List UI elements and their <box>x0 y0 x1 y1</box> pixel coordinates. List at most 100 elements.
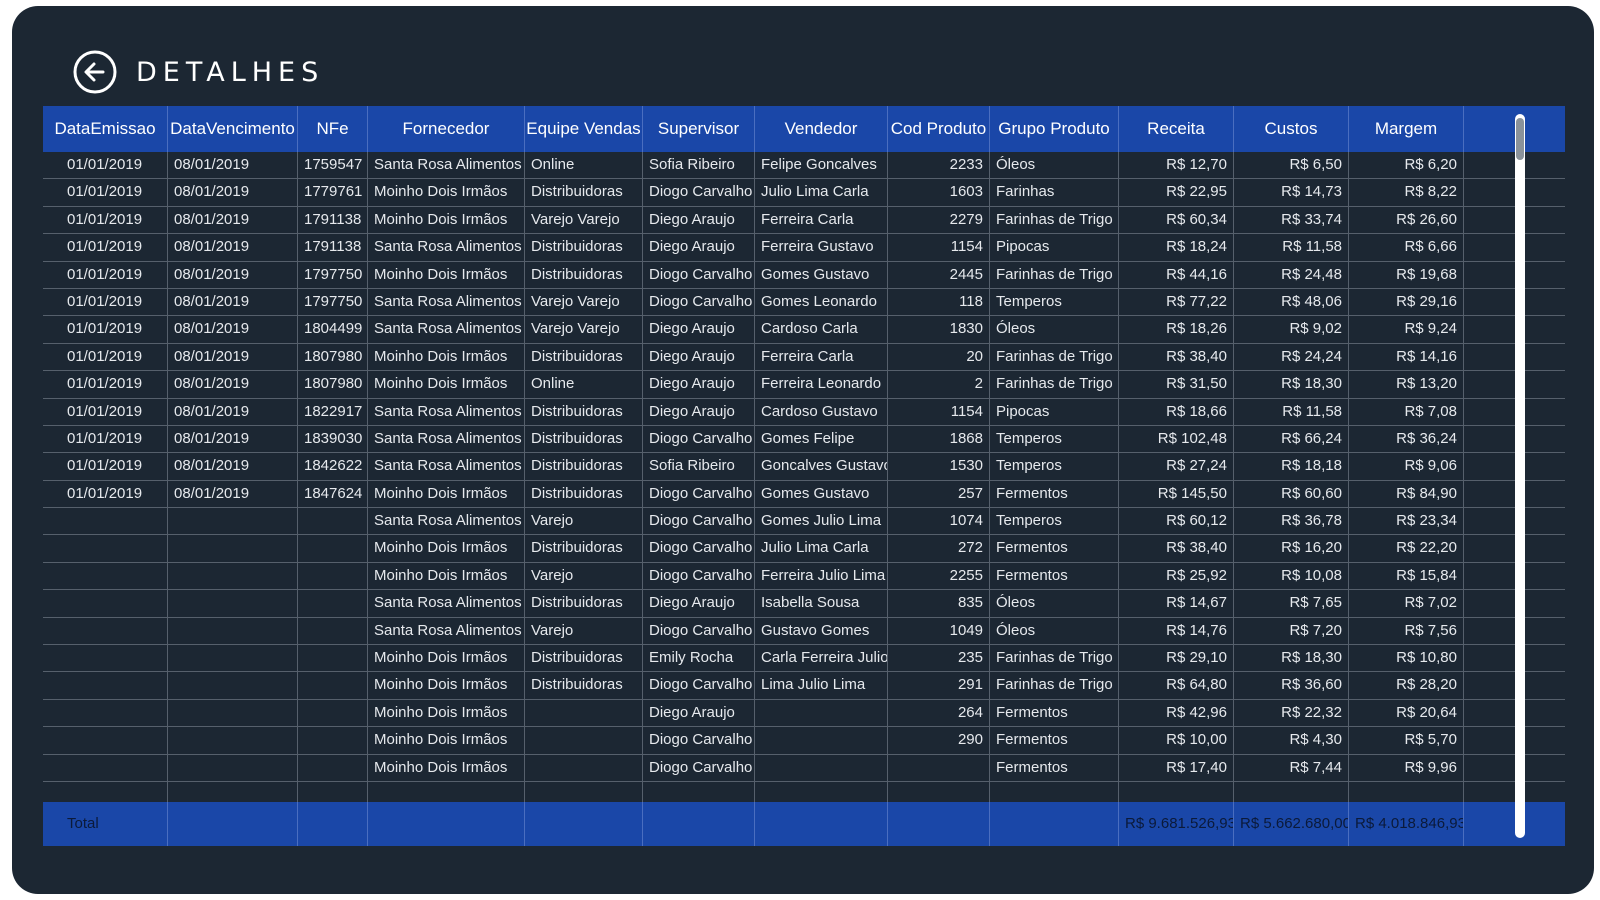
table-cell: 1603 <box>888 179 990 206</box>
table-cell: Diogo Carvalho <box>643 562 755 590</box>
table-cell: Moinho Dois Irmãos <box>368 261 525 288</box>
table-row[interactable]: 01/01/2019 08/01/2019 1791138 Moinho Dois I… <box>43 206 1565 235</box>
table-cell: Óleos <box>990 152 1119 179</box>
table-row[interactable]: 01/01/2019 08/01/2019 1759547 Santa Rosa Al… <box>43 152 1565 180</box>
column-header[interactable]: Cod Produto <box>888 106 990 152</box>
table-cell: Diego Araujo <box>643 316 755 343</box>
table-cell <box>43 645 168 672</box>
table-row[interactable]: 01/01/2019 08/01/2019 1804499 Santa Rosa Al… <box>43 316 1565 344</box>
table-row[interactable]: Santa Rosa Alimentos Varejo Diogo Carvalho… <box>43 508 1565 536</box>
table-cell: Sofia Ribeiro <box>643 453 755 480</box>
table-cell: 1797750 <box>298 288 368 316</box>
table-cell: Goncalves Gustavo <box>755 453 888 480</box>
table-row[interactable]: Santa Rosa Alimentos Distribuidoras Diego … <box>43 590 1565 618</box>
table-cell: Santa Rosa Alimentos <box>368 288 525 316</box>
table-cell: Fermentos <box>990 535 1119 562</box>
column-header[interactable]: DataEmissao <box>43 106 168 152</box>
table-cell: 835 <box>888 590 990 617</box>
table-cell: Varejo <box>525 562 643 590</box>
table-cell: 1839030 <box>298 425 368 453</box>
table-cell: Farinhas de Trigo <box>990 672 1119 699</box>
table-cell: 235 <box>888 645 990 672</box>
table-cell: Diego Araujo <box>643 343 755 371</box>
table-cell: Felipe Goncalves <box>755 152 888 179</box>
table-cell: 08/01/2019 <box>168 480 298 508</box>
table-row[interactable]: Moinho Dois Irmãos Distribuidoras Diogo Ca… <box>43 672 1565 700</box>
table-row[interactable]: 01/01/2019 08/01/2019 1807980 Moinho Dois I… <box>43 343 1565 372</box>
table-cell <box>168 535 298 562</box>
table-row[interactable]: 01/01/2019 08/01/2019 1847624 Moinho Dois I… <box>43 480 1565 509</box>
table-row[interactable]: Moinho Dois Irmãos Diego Araujo 264 Ferment… <box>43 699 1565 728</box>
table-cell <box>298 645 368 672</box>
table-cell: R$ 36,78 <box>1234 508 1349 535</box>
table-cell: R$ 145,50 <box>1119 480 1234 508</box>
table-row[interactable]: 01/01/2019 08/01/2019 1779761 Moinho Dois I… <box>43 179 1565 207</box>
table-row[interactable]: Moinho Dois Irmãos Diogo Carvalho Fermento… <box>43 754 1565 782</box>
table-cell: R$ 15,84 <box>1349 562 1464 590</box>
table-cell: R$ 18,66 <box>1119 398 1234 425</box>
table-row[interactable]: 01/01/2019 08/01/2019 1822917 Santa Rosa Al… <box>43 398 1565 426</box>
column-header[interactable]: Custos <box>1234 106 1349 152</box>
table-row[interactable]: Santa Rosa Alimentos Varejo Diogo Carvalho… <box>43 617 1565 646</box>
table-cell: 291 <box>888 672 990 699</box>
table-cell: R$ 7,65 <box>1234 590 1349 617</box>
table-cell: R$ 66,24 <box>1234 425 1349 453</box>
table-cell: Farinhas <box>990 179 1119 206</box>
column-header[interactable]: Margem <box>1349 106 1464 152</box>
table-cell: 01/01/2019 <box>43 206 168 234</box>
column-header[interactable]: Equipe Vendas <box>525 106 643 152</box>
total-receita: R$ 9.681.526,93 <box>1119 802 1234 846</box>
table-row[interactable]: 01/01/2019 08/01/2019 1842622 Santa Rosa Al… <box>43 453 1565 481</box>
table-cell <box>298 699 368 727</box>
table-cell: Gustavo Gomes <box>755 617 888 645</box>
table-row[interactable]: 01/01/2019 08/01/2019 1791138 Santa Rosa Al… <box>43 234 1565 262</box>
column-header[interactable]: Fornecedor <box>368 106 525 152</box>
scrollbar-thumb[interactable] <box>1516 118 1524 160</box>
table-cell: R$ 11,58 <box>1234 398 1349 425</box>
table-scrollbar[interactable] <box>1515 114 1525 838</box>
table-cell: R$ 31,50 <box>1119 371 1234 398</box>
table-cell: 2279 <box>888 206 990 234</box>
column-header[interactable]: NFe <box>298 106 368 152</box>
table-row[interactable]: 01/01/2019 08/01/2019 1797750 Santa Rosa Al… <box>43 288 1565 317</box>
table-cell: Distribuidoras <box>525 535 643 562</box>
table-cell: 118 <box>888 288 990 316</box>
table-cell: 01/01/2019 <box>43 288 168 316</box>
table-cell: 08/01/2019 <box>168 288 298 316</box>
table-row[interactable]: Moinho Dois Irmãos Varejo Diogo Carvalho Fe… <box>43 562 1565 591</box>
total-custos: R$ 5.662.680,00 <box>1234 802 1349 846</box>
table-cell: Santa Rosa Alimentos <box>368 508 525 535</box>
arrow-left-circle-icon[interactable] <box>72 49 118 95</box>
column-header[interactable]: Grupo Produto <box>990 106 1119 152</box>
table-row[interactable]: 01/01/2019 08/01/2019 1797750 Moinho Dois I… <box>43 261 1565 289</box>
table-cell: Óleos <box>990 590 1119 617</box>
table-cell: R$ 17,40 <box>1119 754 1234 781</box>
table-cell: Diogo Carvalho <box>643 288 755 316</box>
table-cell: R$ 60,60 <box>1234 480 1349 508</box>
table-row[interactable]: Moinho Dois Irmãos Distribuidoras Emily Ro… <box>43 645 1565 673</box>
table-cell: Farinhas de Trigo <box>990 645 1119 672</box>
table-cell: Farinhas de Trigo <box>990 206 1119 234</box>
table-row[interactable]: Moinho Dois Irmãos Diogo Carvalho 290 Ferme… <box>43 727 1565 755</box>
column-header[interactable]: Vendedor <box>755 106 888 152</box>
total-empty-cell <box>643 802 755 846</box>
table-cell: Temperos <box>990 508 1119 535</box>
table-row[interactable]: 01/01/2019 08/01/2019 1839030 Santa Rosa Al… <box>43 425 1565 454</box>
column-header[interactable]: Supervisor <box>643 106 755 152</box>
column-header[interactable]: Receita <box>1119 106 1234 152</box>
table-row[interactable]: 01/01/2019 08/01/2019 1807980 Moinho Dois I… <box>43 371 1565 399</box>
table-cell: 01/01/2019 <box>43 343 168 371</box>
table-cell: Fermentos <box>990 480 1119 508</box>
table-cell: 290 <box>888 727 990 754</box>
table-cell: R$ 22,95 <box>1119 179 1234 206</box>
table-cell: 01/01/2019 <box>43 453 168 480</box>
table-row[interactable]: Moinho Dois Irmãos Distribuidoras Diogo Ca… <box>43 535 1565 563</box>
table-cell: R$ 5,70 <box>1349 727 1464 754</box>
table-cell: R$ 7,02 <box>1349 590 1464 617</box>
table-cell <box>43 508 168 535</box>
table-cell <box>525 754 643 781</box>
column-header[interactable]: DataVencimento <box>168 106 298 152</box>
table-cell: Moinho Dois Irmãos <box>368 645 525 672</box>
table-cell: Diego Araujo <box>643 206 755 234</box>
table-cell: Julio Lima Carla <box>755 535 888 562</box>
